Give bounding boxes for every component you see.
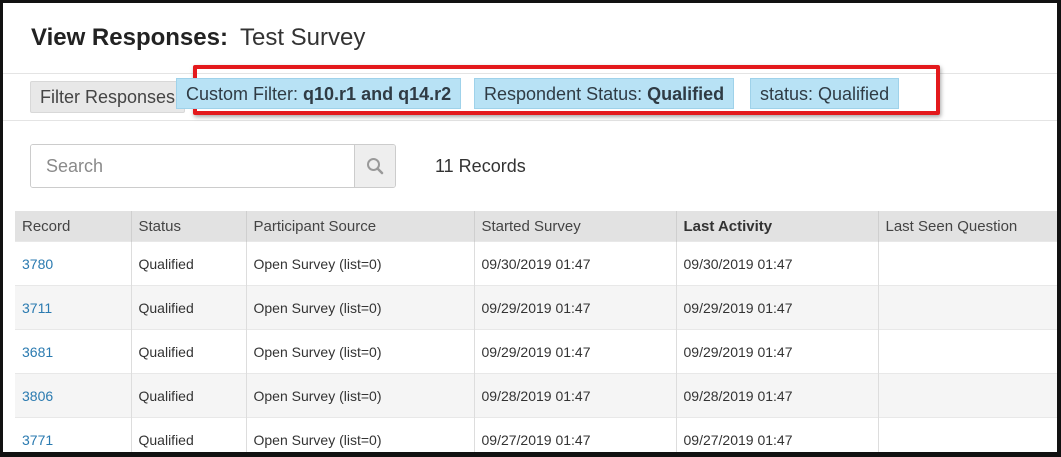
chip-value: Qualified (818, 84, 890, 104)
chip-value: Qualified (647, 84, 725, 104)
status-cell: Qualified (131, 373, 247, 418)
status-cell: Qualified (131, 329, 247, 374)
search-box (30, 144, 396, 188)
source-cell: Open Survey (list=0) (246, 373, 475, 418)
col-status[interactable]: Status (131, 211, 247, 242)
table-row: 3780 Qualified Open Survey (list=0) 09/3… (15, 241, 1057, 286)
record-link[interactable]: 3681 (15, 329, 132, 374)
col-last-activity[interactable]: Last Activity (676, 211, 879, 242)
chip-label: status: (760, 84, 819, 104)
last-seen-cell (878, 241, 1057, 286)
started-cell: 09/30/2019 01:47 (474, 241, 677, 286)
filter-chip-custom[interactable]: Custom Filter: q10.r1 and q14.r2 (176, 78, 462, 109)
table-header-row: Record Status Participant Source Started… (15, 211, 1057, 242)
page-header: View Responses: Test Survey (3, 3, 1057, 74)
last-activity-cell: 09/28/2019 01:47 (676, 373, 879, 418)
status-cell: Qualified (131, 417, 247, 452)
col-started-survey[interactable]: Started Survey (474, 211, 677, 242)
search-row: 11 Records (3, 121, 1057, 211)
responses-panel: View Responses: Test Survey Filter Respo… (0, 0, 1061, 457)
last-seen-cell (878, 373, 1057, 418)
last-activity-cell: 09/27/2019 01:47 (676, 417, 879, 452)
table-row: 3806 Qualified Open Survey (list=0) 09/2… (15, 373, 1057, 418)
status-cell: Qualified (131, 241, 247, 286)
record-link[interactable]: 3771 (15, 417, 132, 452)
status-cell: Qualified (131, 285, 247, 330)
record-link[interactable]: 3711 (15, 285, 132, 330)
col-last-seen-question[interactable]: Last Seen Question (878, 211, 1057, 242)
started-cell: 09/29/2019 01:47 (474, 329, 677, 374)
search-input[interactable] (31, 145, 354, 187)
page-label: View Responses: (31, 24, 228, 51)
col-record[interactable]: Record (15, 211, 132, 242)
last-seen-cell (878, 417, 1057, 452)
last-activity-cell: 09/29/2019 01:47 (676, 329, 879, 374)
filter-chip-status[interactable]: status: Qualified (750, 78, 900, 109)
source-cell: Open Survey (list=0) (246, 417, 475, 452)
survey-title: Test Survey (239, 24, 366, 51)
table-row: 3681 Qualified Open Survey (list=0) 09/2… (15, 329, 1057, 374)
record-link[interactable]: 3806 (15, 373, 132, 418)
started-cell: 09/28/2019 01:47 (474, 373, 677, 418)
started-cell: 09/29/2019 01:47 (474, 285, 677, 330)
source-cell: Open Survey (list=0) (246, 241, 475, 286)
filter-bar: Filter Responses Custom Filter: q10.r1 a… (3, 65, 1057, 121)
chip-value: q10.r1 and q14.r2 (303, 84, 452, 104)
last-activity-cell: 09/29/2019 01:47 (676, 285, 879, 330)
started-cell: 09/27/2019 01:47 (474, 417, 677, 452)
search-icon (367, 158, 384, 175)
last-activity-cell: 09/30/2019 01:47 (676, 241, 879, 286)
source-cell: Open Survey (list=0) (246, 329, 475, 374)
last-seen-cell (878, 285, 1057, 330)
responses-table: Record Status Participant Source Started… (15, 211, 1057, 452)
filter-responses-button[interactable]: Filter Responses (30, 81, 186, 113)
col-participant-source[interactable]: Participant Source (246, 211, 475, 242)
table-row: 3711 Qualified Open Survey (list=0) 09/2… (15, 285, 1057, 330)
chip-label: Custom Filter: (186, 84, 304, 104)
search-button[interactable] (354, 145, 395, 187)
table-row: 3771 Qualified Open Survey (list=0) 09/2… (15, 417, 1057, 452)
chip-label: Respondent Status: (484, 84, 648, 104)
source-cell: Open Survey (list=0) (246, 285, 475, 330)
record-link[interactable]: 3780 (15, 241, 132, 286)
records-count: 11 Records (435, 155, 526, 176)
filter-chip-respondent-status[interactable]: Respondent Status: Qualified (474, 78, 735, 109)
last-seen-cell (878, 329, 1057, 374)
